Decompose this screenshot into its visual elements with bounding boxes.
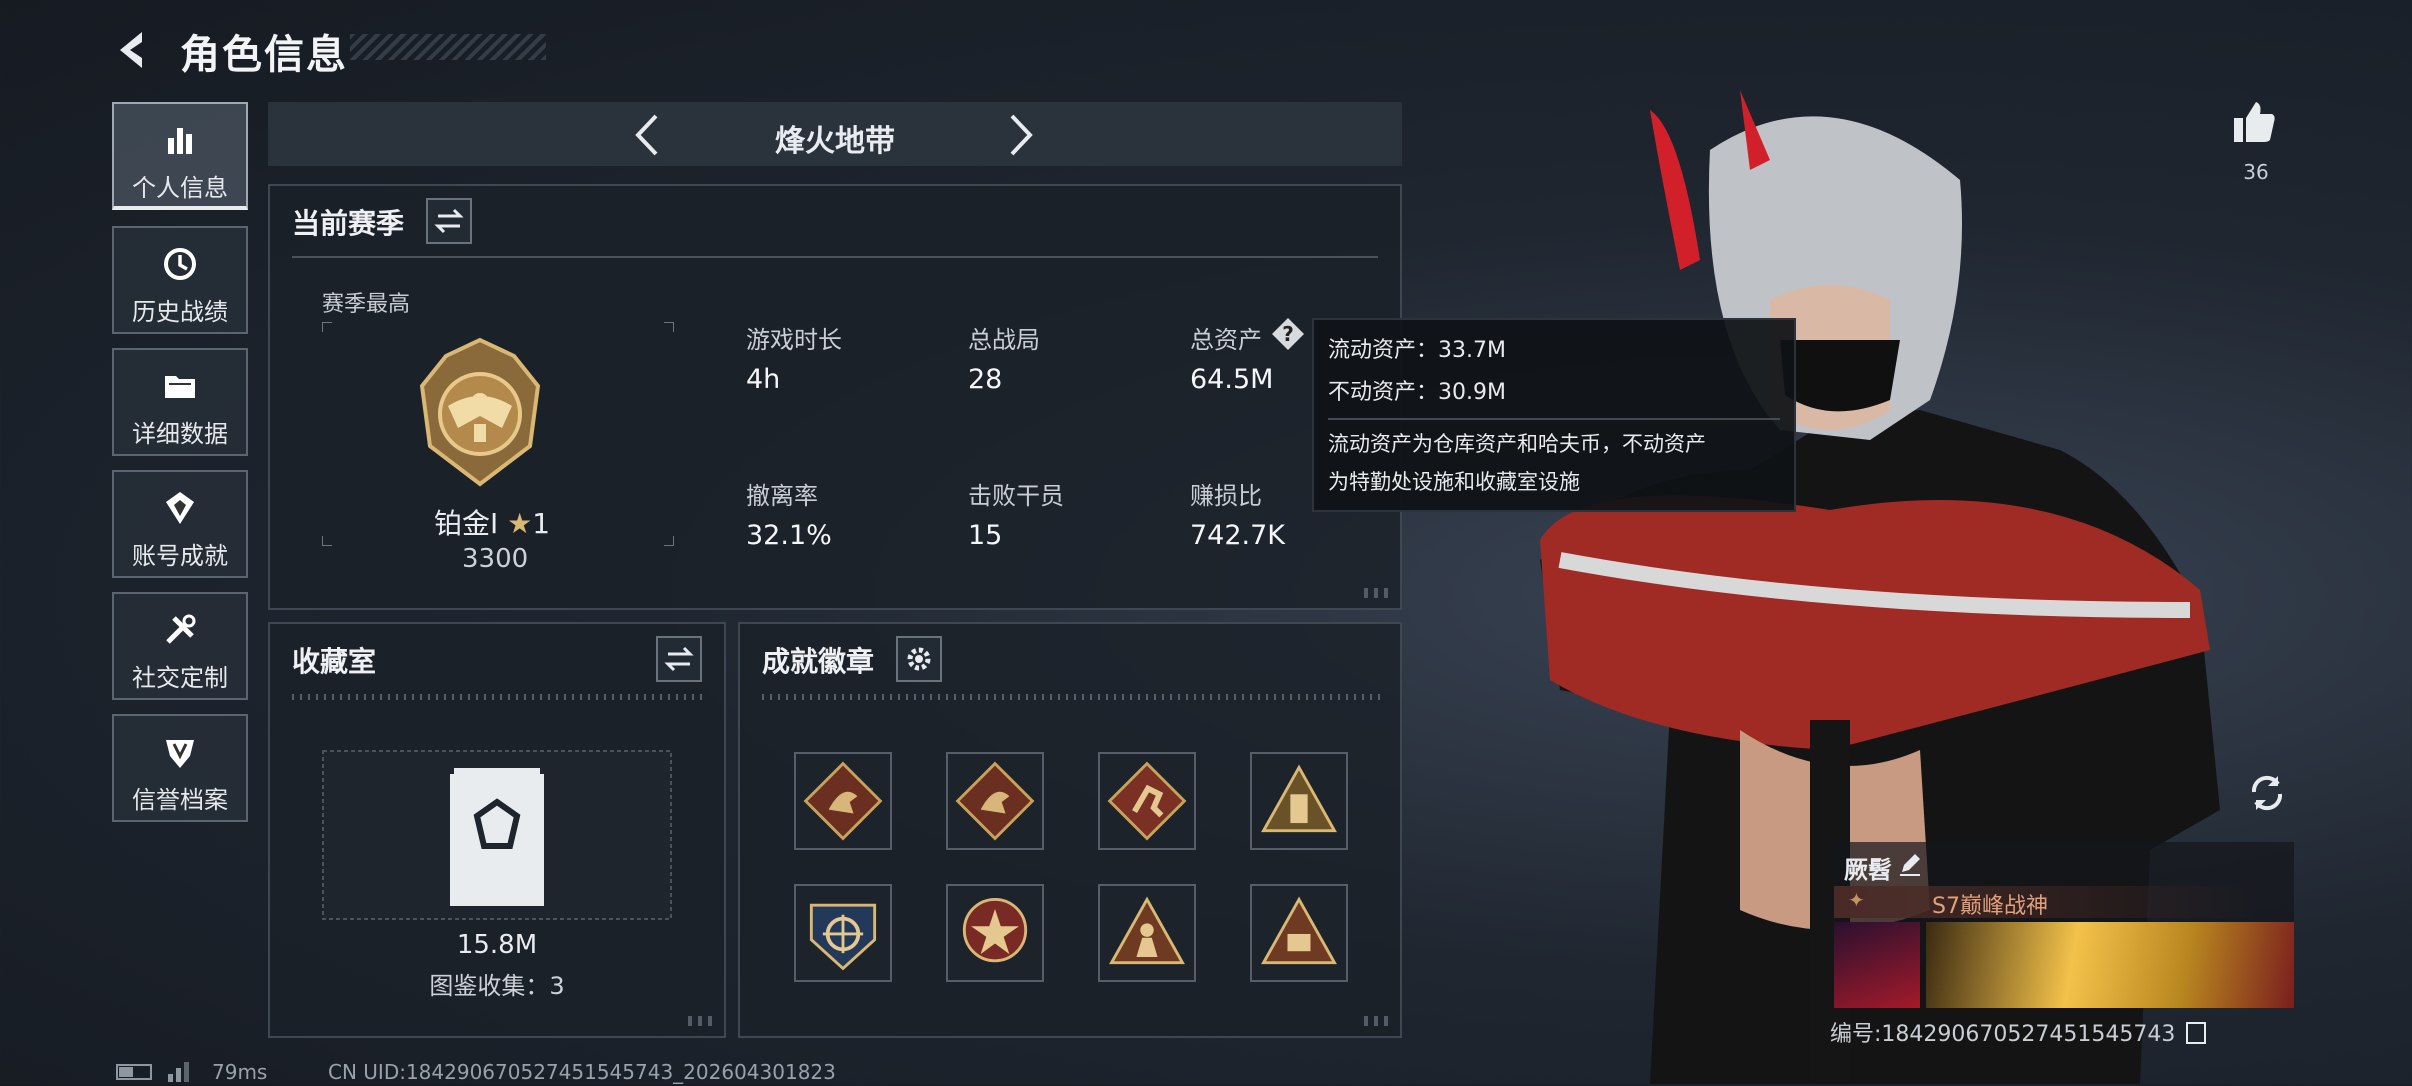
- tooltip-liquid-assets: 流动资产：33.7M: [1328, 338, 1506, 363]
- mode-switcher: 烽火地带: [268, 102, 1402, 166]
- runner-badge-icon[interactable]: [1098, 752, 1196, 850]
- swap-arrows-icon: [664, 646, 694, 672]
- achievements-panel: 成就徽章: [738, 622, 1402, 1038]
- rank-star-icon: ★: [507, 507, 533, 540]
- stat-label: 撤离率: [746, 482, 818, 510]
- gear-icon: [907, 647, 931, 671]
- nav-detailed-data[interactable]: 详细数据: [112, 348, 248, 456]
- dragon-badge-icon[interactable]: [794, 752, 892, 850]
- achievement-icon: [166, 492, 194, 524]
- player-avatar[interactable]: [1834, 922, 1920, 1008]
- ping-value: 79ms: [212, 1060, 268, 1084]
- season-panel: 当前赛季 赛季最高 铂金Ⅰ ★1 3300 游戏时长 4h 总战局 28 总资产…: [268, 184, 1402, 610]
- collection-count: 图鉴收集：3: [429, 972, 565, 1000]
- collection-title: 收藏室: [292, 645, 377, 678]
- battery-icon: [116, 1064, 152, 1080]
- stat-value: 32.1%: [746, 520, 832, 551]
- stat-label: 总资产: [1190, 326, 1262, 354]
- folder-icon: [165, 376, 195, 398]
- rank-name: 铂金Ⅰ: [434, 507, 499, 540]
- stat-label: 击败干员: [968, 482, 1064, 510]
- player-id: 编号:1842906705274515457​43: [1830, 1016, 2207, 1048]
- player-title: S7巅峰战神: [1932, 894, 2048, 919]
- nav-match-history[interactable]: 历史战绩: [112, 226, 248, 334]
- edit-pencil-icon[interactable]: [1896, 850, 1924, 878]
- collection-value: 15.8M: [456, 930, 538, 960]
- rank-points: 3300: [462, 544, 529, 574]
- stat-value: 4h: [746, 364, 781, 395]
- like-count: 36: [2243, 160, 2269, 184]
- nav-label: 社交定制: [132, 664, 228, 692]
- page-title: 角色信息: [180, 32, 348, 78]
- stat-value: 742.7K: [1190, 520, 1286, 551]
- player-title-bar: ✦ S7巅峰战神: [1834, 886, 2254, 919]
- corner-decoration: [1364, 1016, 1390, 1026]
- assets-tooltip: 流动资产：33.7M 不动资产：30.9M 流动资产为仓库资产和哈夫币，不动资产…: [1312, 318, 1796, 512]
- crosshair-shield-badge-icon[interactable]: [794, 884, 892, 982]
- tooltip-fixed-assets: 不动资产：30.9M: [1328, 380, 1506, 405]
- divider: [292, 694, 706, 700]
- tooltip-description-line1: 流动资产为仓库资产和哈夫币，不动资产: [1328, 432, 1706, 456]
- bar-chart-icon: [168, 128, 192, 154]
- soldier-triangle-badge-icon[interactable]: [1098, 884, 1196, 982]
- rank-stars: 1: [532, 507, 551, 540]
- next-mode-chevron-icon[interactable]: [1006, 112, 1036, 158]
- stat-label: 赚损比: [1190, 482, 1262, 510]
- corner-decoration: [688, 1016, 714, 1026]
- achievements-title: 成就徽章: [762, 645, 875, 678]
- player-banner[interactable]: [1926, 922, 2294, 1008]
- nav-reputation-file[interactable]: 信誉档案: [112, 714, 248, 822]
- collection-switch-button[interactable]: [656, 636, 702, 682]
- season-best-label: 赛季最高: [322, 292, 411, 317]
- nav-label: 历史战绩: [132, 298, 228, 326]
- stat-value: 64.5M: [1190, 364, 1274, 395]
- title-emblem-icon: ✦: [1848, 888, 1865, 912]
- help-question-icon[interactable]: ?: [1270, 316, 1306, 352]
- tooltip-description-line2: 为特勤处设施和收藏室设施: [1328, 470, 1580, 494]
- stat-value: 15: [968, 520, 1003, 551]
- shield-rank-icon: [166, 740, 194, 768]
- signal-icon: [166, 1060, 196, 1082]
- star-shield-badge-icon[interactable]: [946, 884, 1044, 982]
- achievements-settings-button[interactable]: [896, 636, 942, 682]
- season-title: 当前赛季: [292, 207, 405, 240]
- stat-value: 28: [968, 364, 1003, 395]
- collection-preview[interactable]: [322, 750, 672, 920]
- player-name: 厥髫: [1844, 856, 1892, 884]
- rank-display: 铂金Ⅰ ★1: [434, 502, 550, 542]
- nav-personal-info[interactable]: 个人信息: [112, 102, 248, 210]
- corner-decoration: [1364, 588, 1390, 598]
- player-id-text: 编号:1842906705274515457​43: [1830, 1022, 2176, 1047]
- nav-label: 信誉档案: [132, 786, 228, 814]
- nav-label: 账号成就: [132, 542, 228, 570]
- tools-icon: [166, 614, 196, 644]
- collection-panel: 收藏室 15.8M 图鉴收集：3: [268, 622, 726, 1038]
- platinum-rank-emblem-icon: [419, 337, 541, 487]
- swap-arrows-icon: [434, 208, 464, 234]
- divider: [762, 694, 1382, 700]
- stat-label: 总战局: [968, 326, 1040, 354]
- tooltip-divider: [1328, 418, 1780, 420]
- thumbs-up-icon[interactable]: [2230, 98, 2278, 146]
- copy-icon[interactable]: [2186, 1022, 2207, 1044]
- number-triangle-badge-icon[interactable]: [1250, 884, 1348, 982]
- season-switch-button[interactable]: [426, 198, 472, 244]
- title-decoration: [350, 34, 546, 60]
- nav-account-achievements[interactable]: 账号成就: [112, 470, 248, 578]
- rotate-view-icon[interactable]: [2244, 770, 2290, 816]
- history-clock-icon: [164, 248, 196, 280]
- divider: [292, 256, 1378, 258]
- svg-text:?: ?: [1282, 322, 1294, 346]
- nav-social-customize[interactable]: 社交定制: [112, 592, 248, 700]
- back-arrow-icon[interactable]: [112, 28, 156, 72]
- mode-name: 烽火地带: [775, 124, 895, 159]
- client-uid: CN UID:18429067052745154574​3_2026043018…: [328, 1060, 836, 1084]
- nav-label: 个人信息: [132, 174, 228, 202]
- dragon-badge-icon[interactable]: [946, 752, 1044, 850]
- tower-badge-icon[interactable]: [1250, 752, 1348, 850]
- nav-label: 详细数据: [132, 420, 228, 448]
- stat-label: 游戏时长: [746, 326, 842, 354]
